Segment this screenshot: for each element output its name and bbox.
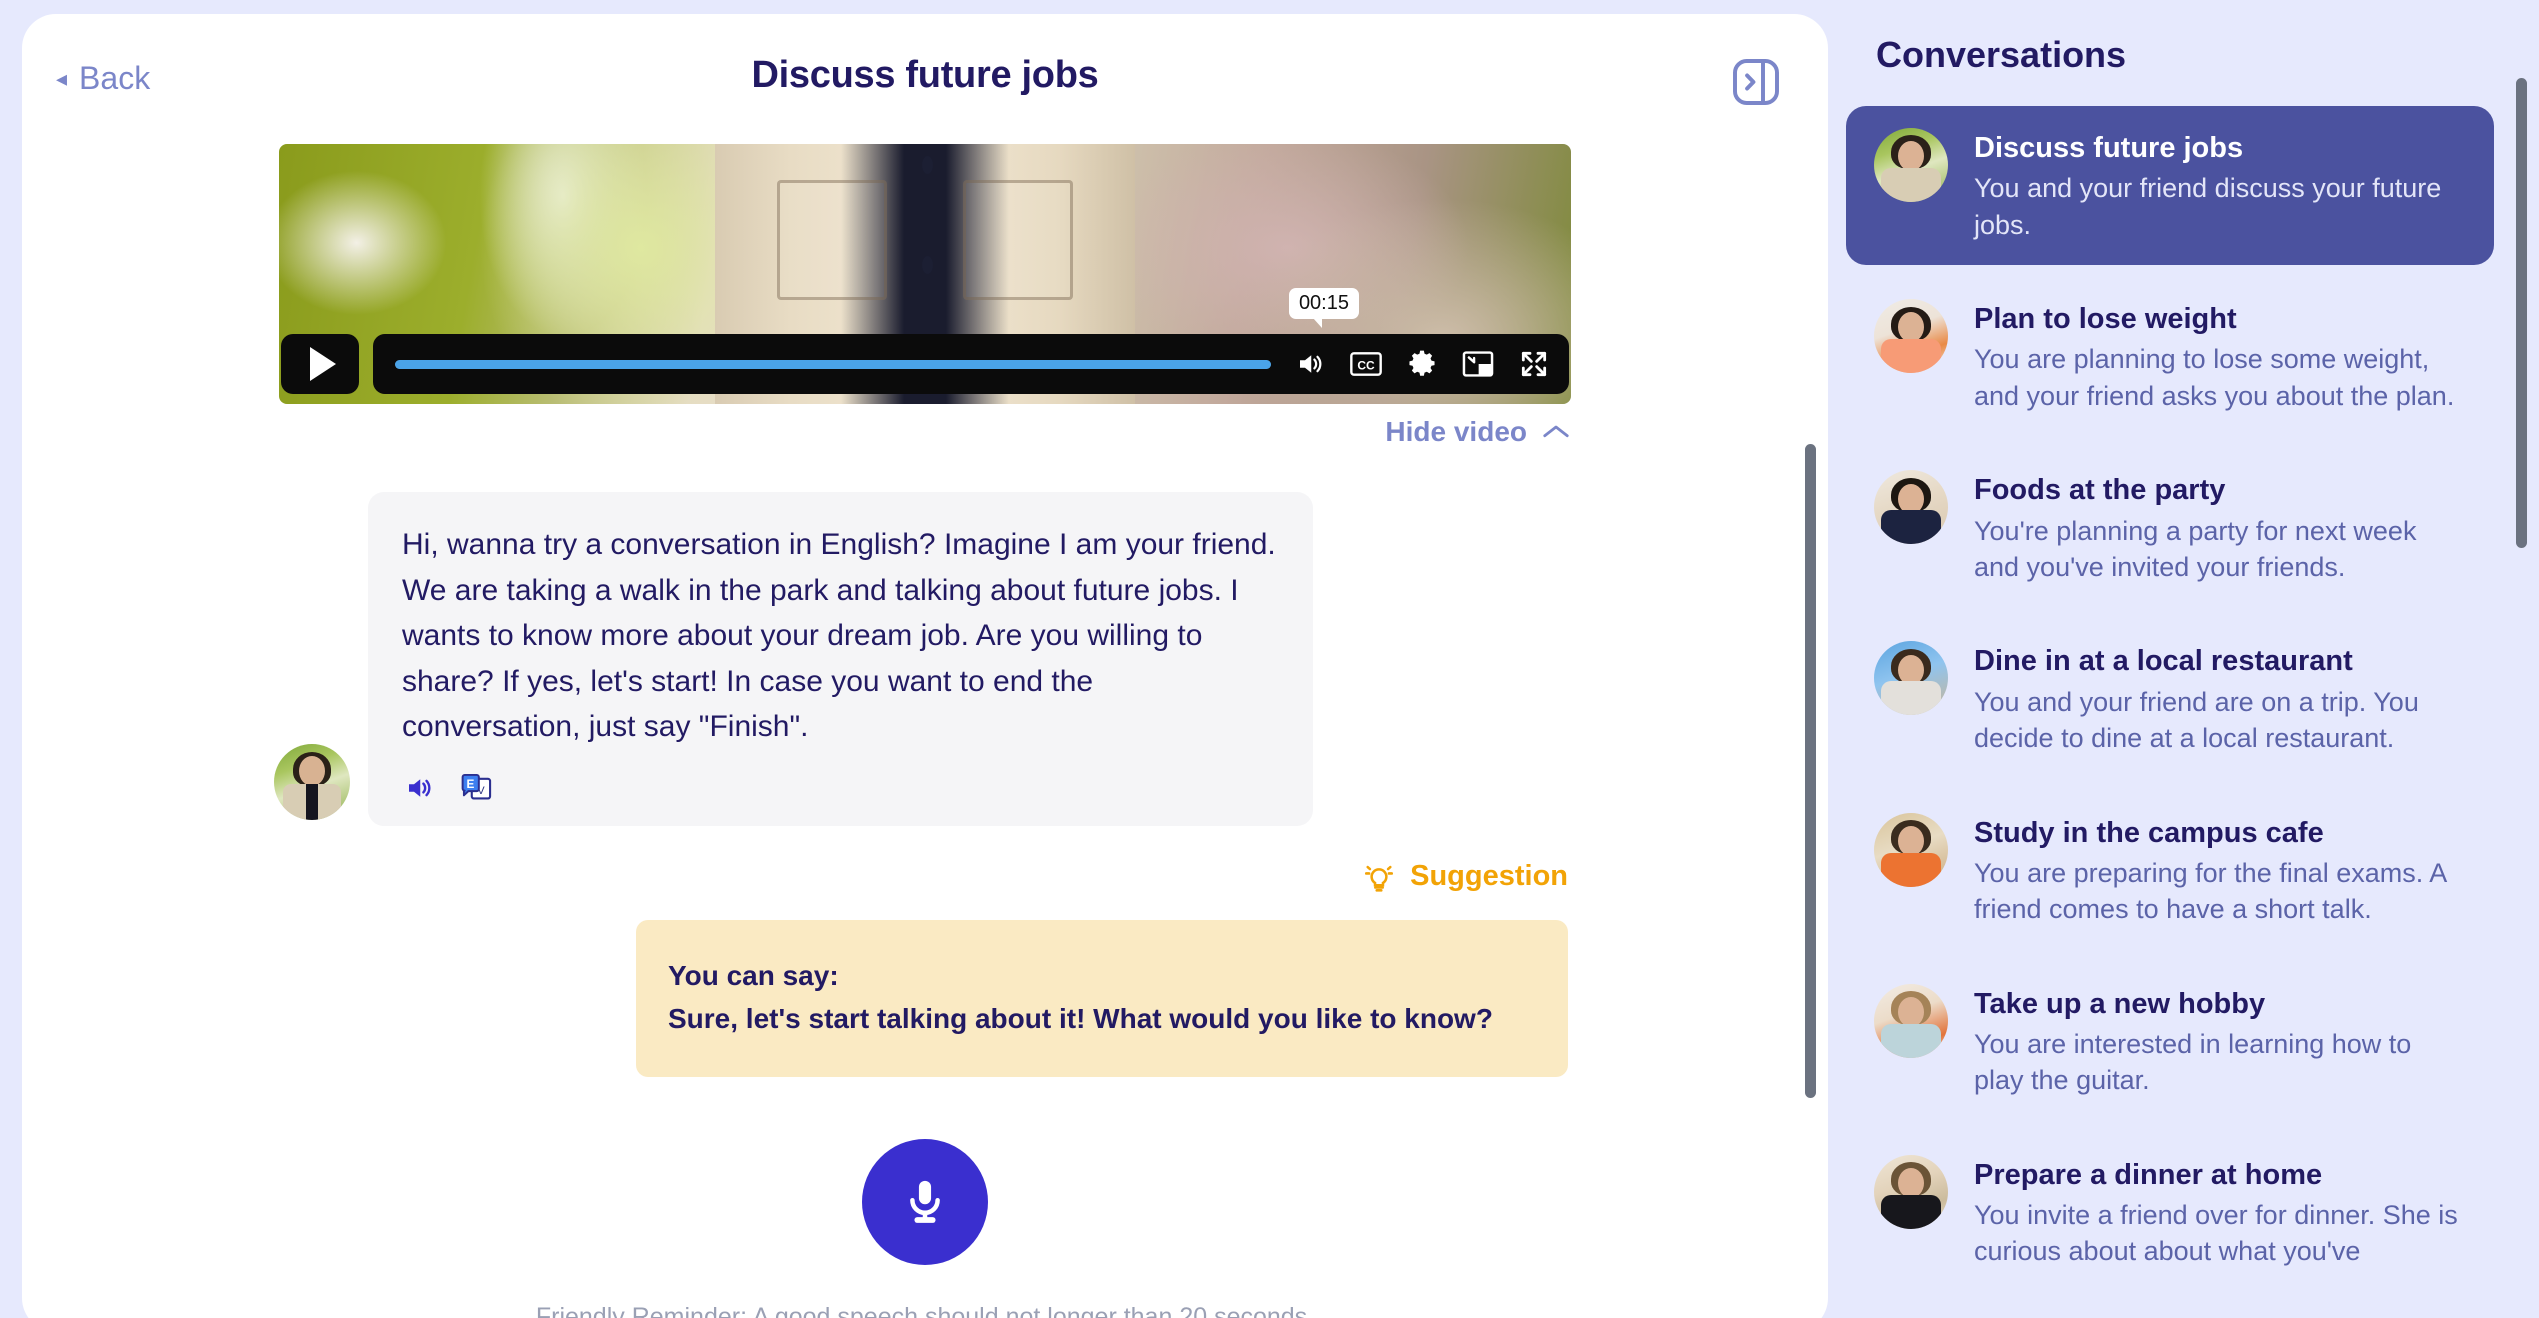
hide-video-label: Hide video bbox=[1385, 416, 1527, 447]
sidebar-scrollbar[interactable] bbox=[2516, 78, 2527, 1318]
conversation-title: Discuss future jobs bbox=[1974, 132, 2244, 164]
recording-reminder: Friendly Reminder: A good speech should … bbox=[535, 1302, 1315, 1318]
avatar bbox=[274, 743, 350, 820]
fullscreen-icon[interactable] bbox=[1517, 347, 1551, 381]
avatar bbox=[1874, 1154, 1948, 1229]
microphone-icon bbox=[910, 1180, 940, 1223]
settings-gear-icon[interactable] bbox=[1405, 347, 1439, 381]
avatar bbox=[1874, 470, 1948, 545]
conversation-item[interactable]: Study in the campus cafe You are preparin… bbox=[1846, 791, 2494, 950]
avatar bbox=[1874, 299, 1948, 374]
conversation-title: Take up a new hobby bbox=[1974, 987, 2266, 1020]
conversation-text: Study in the campus cafe You are preparin… bbox=[1974, 813, 2464, 928]
panel-header: ◂ Back Discuss future jobs bbox=[22, 14, 1828, 144]
suggestion-prompt-text: Sure, let's start talking about it! What… bbox=[668, 1003, 1493, 1035]
speaker-icon[interactable] bbox=[402, 773, 436, 803]
conversation-item[interactable]: Take up a new hobby You are interested in… bbox=[1846, 962, 2494, 1121]
video-controls: 00:15 CC bbox=[279, 288, 1571, 404]
conversation-list: Discuss future jobs You and your friend d… bbox=[1846, 106, 2539, 1292]
sidebar-toggle-icon[interactable] bbox=[1728, 54, 1784, 110]
conversation-description: You are planning to lose some weight, an… bbox=[1974, 344, 2455, 411]
captions-icon[interactable]: CC bbox=[1349, 347, 1383, 381]
picture-in-picture-icon[interactable] bbox=[1461, 347, 1495, 381]
conversation-description: You are interested in learning how to pl… bbox=[1974, 1028, 2412, 1096]
conversation-description: You and your friend are on a trip. You d… bbox=[1974, 686, 2419, 754]
svg-text:CC: CC bbox=[1357, 358, 1375, 372]
conversation-title: Study in the campus cafe bbox=[1974, 816, 2324, 849]
suggestion-box[interactable]: You can say: Sure, let's start talking a… bbox=[636, 919, 1568, 1077]
conversation-item[interactable]: Discuss future jobs You and your friend d… bbox=[1846, 106, 2494, 266]
avatar bbox=[1874, 983, 1948, 1058]
avatar bbox=[1874, 128, 1948, 202]
message-text: Hi, wanna try a conversation in English?… bbox=[402, 528, 1276, 744]
conversation-title: Prepare a dinner at home bbox=[1974, 1158, 2323, 1191]
avatar bbox=[1874, 812, 1948, 887]
conversation-title: Foods at the party bbox=[1974, 474, 2226, 507]
conversation-item[interactable]: Foods at the party You're planning a part… bbox=[1846, 448, 2494, 607]
app-root: ◂ Back Discuss future jobs 00:15 CC Hide… bbox=[0, 0, 2539, 1318]
translate-icon[interactable]: V E bbox=[460, 772, 494, 804]
conversation-description: You invite a friend over for dinner. She… bbox=[1974, 1200, 2458, 1267]
conversation-text: Prepare a dinner at home You invite a fri… bbox=[1974, 1155, 2464, 1270]
conversation-text: Take up a new hobby You are interested in… bbox=[1974, 984, 2464, 1099]
conversation-description: You're planning a party for next week an… bbox=[1974, 515, 2417, 582]
microphone-button[interactable] bbox=[862, 1138, 988, 1265]
play-icon[interactable] bbox=[281, 334, 359, 394]
video-progress-fill bbox=[395, 359, 1271, 369]
conversation-item[interactable]: Plan to lose weight You are planning to l… bbox=[1846, 277, 2494, 436]
sidebar-scrollbar-thumb[interactable] bbox=[2516, 78, 2527, 548]
video-progress-bar[interactable] bbox=[395, 359, 1271, 369]
conversation-item[interactable]: Dine in at a local restaurant You and you… bbox=[1846, 619, 2494, 778]
chevron-up-icon bbox=[1543, 425, 1569, 438]
suggestion-header: Suggestion bbox=[636, 860, 1568, 894]
main-scrollbar-thumb[interactable] bbox=[1805, 444, 1816, 1098]
video-time-tooltip: 00:15 bbox=[1288, 288, 1359, 328]
conversation-text: Dine in at a local restaurant You and you… bbox=[1974, 641, 2464, 756]
assistant-message: Hi, wanna try a conversation in English?… bbox=[274, 492, 1828, 826]
lightbulb-icon bbox=[1365, 865, 1394, 892]
conversation-title: Plan to lose weight bbox=[1974, 303, 2237, 336]
message-bubble: Hi, wanna try a conversation in English?… bbox=[368, 492, 1313, 826]
conversation-text: Foods at the party You're planning a part… bbox=[1974, 470, 2464, 585]
conversation-item[interactable]: Prepare a dinner at home You invite a fri… bbox=[1846, 1133, 2494, 1292]
conversation-description: You and your friend discuss your future … bbox=[1974, 173, 2442, 240]
avatar bbox=[1874, 641, 1948, 716]
svg-text:E: E bbox=[467, 778, 475, 791]
hide-video-button[interactable]: Hide video bbox=[279, 416, 1571, 448]
conversation-title: Dine in at a local restaurant bbox=[1974, 645, 2353, 678]
conversation-text: Discuss future jobs You and your friend d… bbox=[1974, 128, 2464, 243]
suggestion-prompt-label: You can say: bbox=[668, 959, 839, 991]
page-title: Discuss future jobs bbox=[751, 54, 1099, 96]
chat-area: Hi, wanna try a conversation in English?… bbox=[22, 492, 1828, 1318]
volume-icon[interactable] bbox=[1293, 347, 1327, 381]
video-player[interactable]: 00:15 CC bbox=[279, 144, 1571, 404]
main-scrollbar[interactable] bbox=[1805, 444, 1816, 1098]
conversations-sidebar: Conversations Discuss future jobs You and… bbox=[1828, 0, 2539, 1318]
conversation-panel: ◂ Back Discuss future jobs 00:15 CC Hide… bbox=[22, 14, 1828, 1318]
sidebar-title: Conversations bbox=[1876, 34, 2127, 75]
conversation-description: You are preparing for the final exams. A… bbox=[1974, 857, 2446, 925]
suggestion-label: Suggestion bbox=[1410, 860, 1568, 893]
conversation-text: Plan to lose weight You are planning to l… bbox=[1974, 299, 2464, 414]
